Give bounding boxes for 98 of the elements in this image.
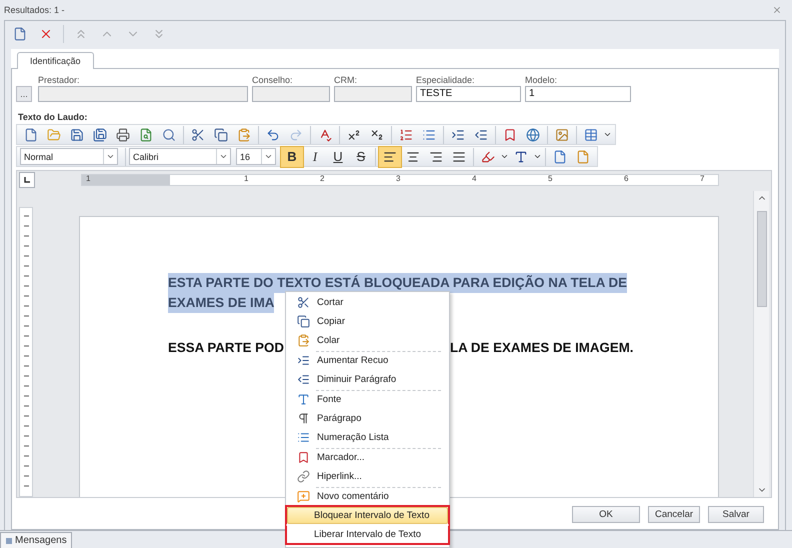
close-icon — [772, 5, 782, 15]
window-title: Resultados: 1 - — [4, 5, 65, 15]
menu-item[interactable]: Hiperlink... — [288, 466, 447, 487]
caret-icon — [106, 152, 115, 161]
align-center-icon — [406, 150, 420, 164]
tab-stop-button[interactable] — [19, 172, 35, 188]
table-icon — [584, 128, 598, 142]
menu-item[interactable]: Bloquear Intervalo de Texto — [285, 505, 450, 526]
paragraph-icon — [296, 412, 310, 425]
format-button[interactable]: S — [350, 146, 372, 166]
save-all-icon — [93, 128, 107, 142]
menu-item[interactable]: Parágrapo — [288, 408, 447, 429]
field-label: Modelo: — [525, 75, 558, 85]
font-icon — [296, 393, 310, 406]
new-document-icon — [13, 27, 27, 41]
redo-icon — [289, 128, 303, 142]
tab-stop-icon — [23, 176, 31, 184]
horizontal-ruler: 1 1 2 3 4 5 6 7 — [81, 174, 719, 186]
caret-icon — [219, 152, 228, 161]
format-button[interactable]: I — [304, 146, 326, 166]
paste-icon — [237, 128, 251, 142]
menu-item[interactable]: Liberar Intervalo de Texto — [285, 524, 450, 545]
menu-item[interactable]: Numeração Lista — [288, 427, 447, 448]
save-icon — [70, 128, 84, 142]
globe-icon — [526, 128, 540, 142]
field-label: Especialidade: — [416, 75, 476, 85]
field-label: Conselho: — [252, 75, 294, 85]
numbered-list-icon — [399, 128, 413, 142]
combo-value: 16 — [240, 152, 250, 162]
document-text: EXAMES DE IMA — [168, 293, 274, 313]
spell-check-icon — [318, 128, 332, 142]
new-document-icon — [24, 128, 38, 142]
cut-icon — [296, 296, 310, 309]
field-label: CRM: — [334, 75, 358, 85]
input-field[interactable]: TESTE — [416, 86, 521, 102]
bookmark-icon — [503, 128, 517, 142]
menu-item[interactable]: Cortar — [288, 292, 447, 313]
section-label: Texto do Laudo: — [18, 112, 88, 122]
paste-icon — [296, 334, 310, 347]
combo-value: Normal — [24, 152, 54, 162]
align-right-icon — [429, 150, 443, 164]
subscript-icon — [370, 128, 384, 142]
align-justify-icon — [452, 150, 466, 164]
folder-icon — [47, 128, 61, 142]
scrollbar[interactable] — [753, 191, 769, 497]
align-left-button[interactable] — [379, 146, 401, 166]
highlighter-icon — [481, 150, 495, 164]
page-icon — [553, 150, 567, 164]
caret-icon — [500, 152, 509, 161]
copy-icon — [296, 315, 310, 328]
caret-icon — [264, 152, 273, 161]
menu-item[interactable]: Fonte — [288, 388, 447, 410]
field-label: Prestador: — [38, 75, 81, 85]
image-icon — [555, 128, 569, 142]
style-dropdown[interactable]: Normal — [20, 148, 118, 165]
menu-item[interactable]: Copiar — [288, 311, 447, 332]
input-field[interactable]: 1 — [525, 86, 631, 102]
caret-icon — [533, 152, 542, 161]
link-icon — [296, 470, 310, 483]
taskbar-tab[interactable]: Mensagens — [0, 532, 72, 548]
document-text: LA DE EXAMES DE IMAGEM. — [450, 339, 634, 357]
align-left-icon — [383, 150, 397, 164]
combo-value: Calibri — [133, 152, 159, 162]
undo-icon — [266, 128, 280, 142]
tab[interactable]: Identificação — [17, 52, 94, 69]
outdent-icon — [474, 128, 488, 142]
dialog-button[interactable]: Salvar — [708, 506, 764, 523]
print-preview-icon — [139, 128, 153, 142]
copy-icon — [214, 128, 228, 142]
indent-icon — [296, 354, 310, 367]
dialog-button[interactable]: Cancelar — [648, 506, 700, 523]
document-text: ESSA PARTE POD — [168, 339, 284, 357]
page-icon — [576, 150, 590, 164]
indent-icon — [451, 128, 465, 142]
menu-item[interactable]: Diminuir Parágrafo — [288, 369, 447, 390]
delete-icon — [39, 27, 53, 41]
caret-icon — [603, 130, 612, 139]
dialog-button[interactable]: OK — [572, 506, 640, 523]
format-button[interactable]: B — [281, 146, 303, 166]
menu-item[interactable]: Marcador... — [288, 446, 447, 468]
print-icon — [116, 128, 130, 142]
font-color-icon — [514, 150, 528, 164]
size-dropdown[interactable]: 16 — [236, 148, 276, 165]
window-icon — [5, 536, 13, 544]
menu-item[interactable]: Colar — [288, 330, 447, 351]
cut-icon — [191, 128, 205, 142]
format-button[interactable]: U — [327, 146, 349, 166]
outdent-icon — [296, 373, 310, 386]
browse-button[interactable]: ... — [16, 86, 32, 102]
document-text: ESTA PARTE DO TEXTO ESTÁ BLOQUEADA PARA EDIÇÃO NA TELA DE — [168, 273, 628, 293]
bookmark-icon — [296, 451, 310, 464]
search-icon — [162, 128, 176, 142]
superscript-icon — [347, 128, 361, 142]
menu-item[interactable]: Aumentar Recuo — [288, 349, 447, 371]
menu-item[interactable]: Novo comentário — [288, 485, 447, 507]
font-dropdown[interactable]: Calibri — [129, 148, 231, 165]
scrollbar-thumb[interactable] — [756, 211, 766, 307]
comment-icon — [296, 490, 310, 503]
